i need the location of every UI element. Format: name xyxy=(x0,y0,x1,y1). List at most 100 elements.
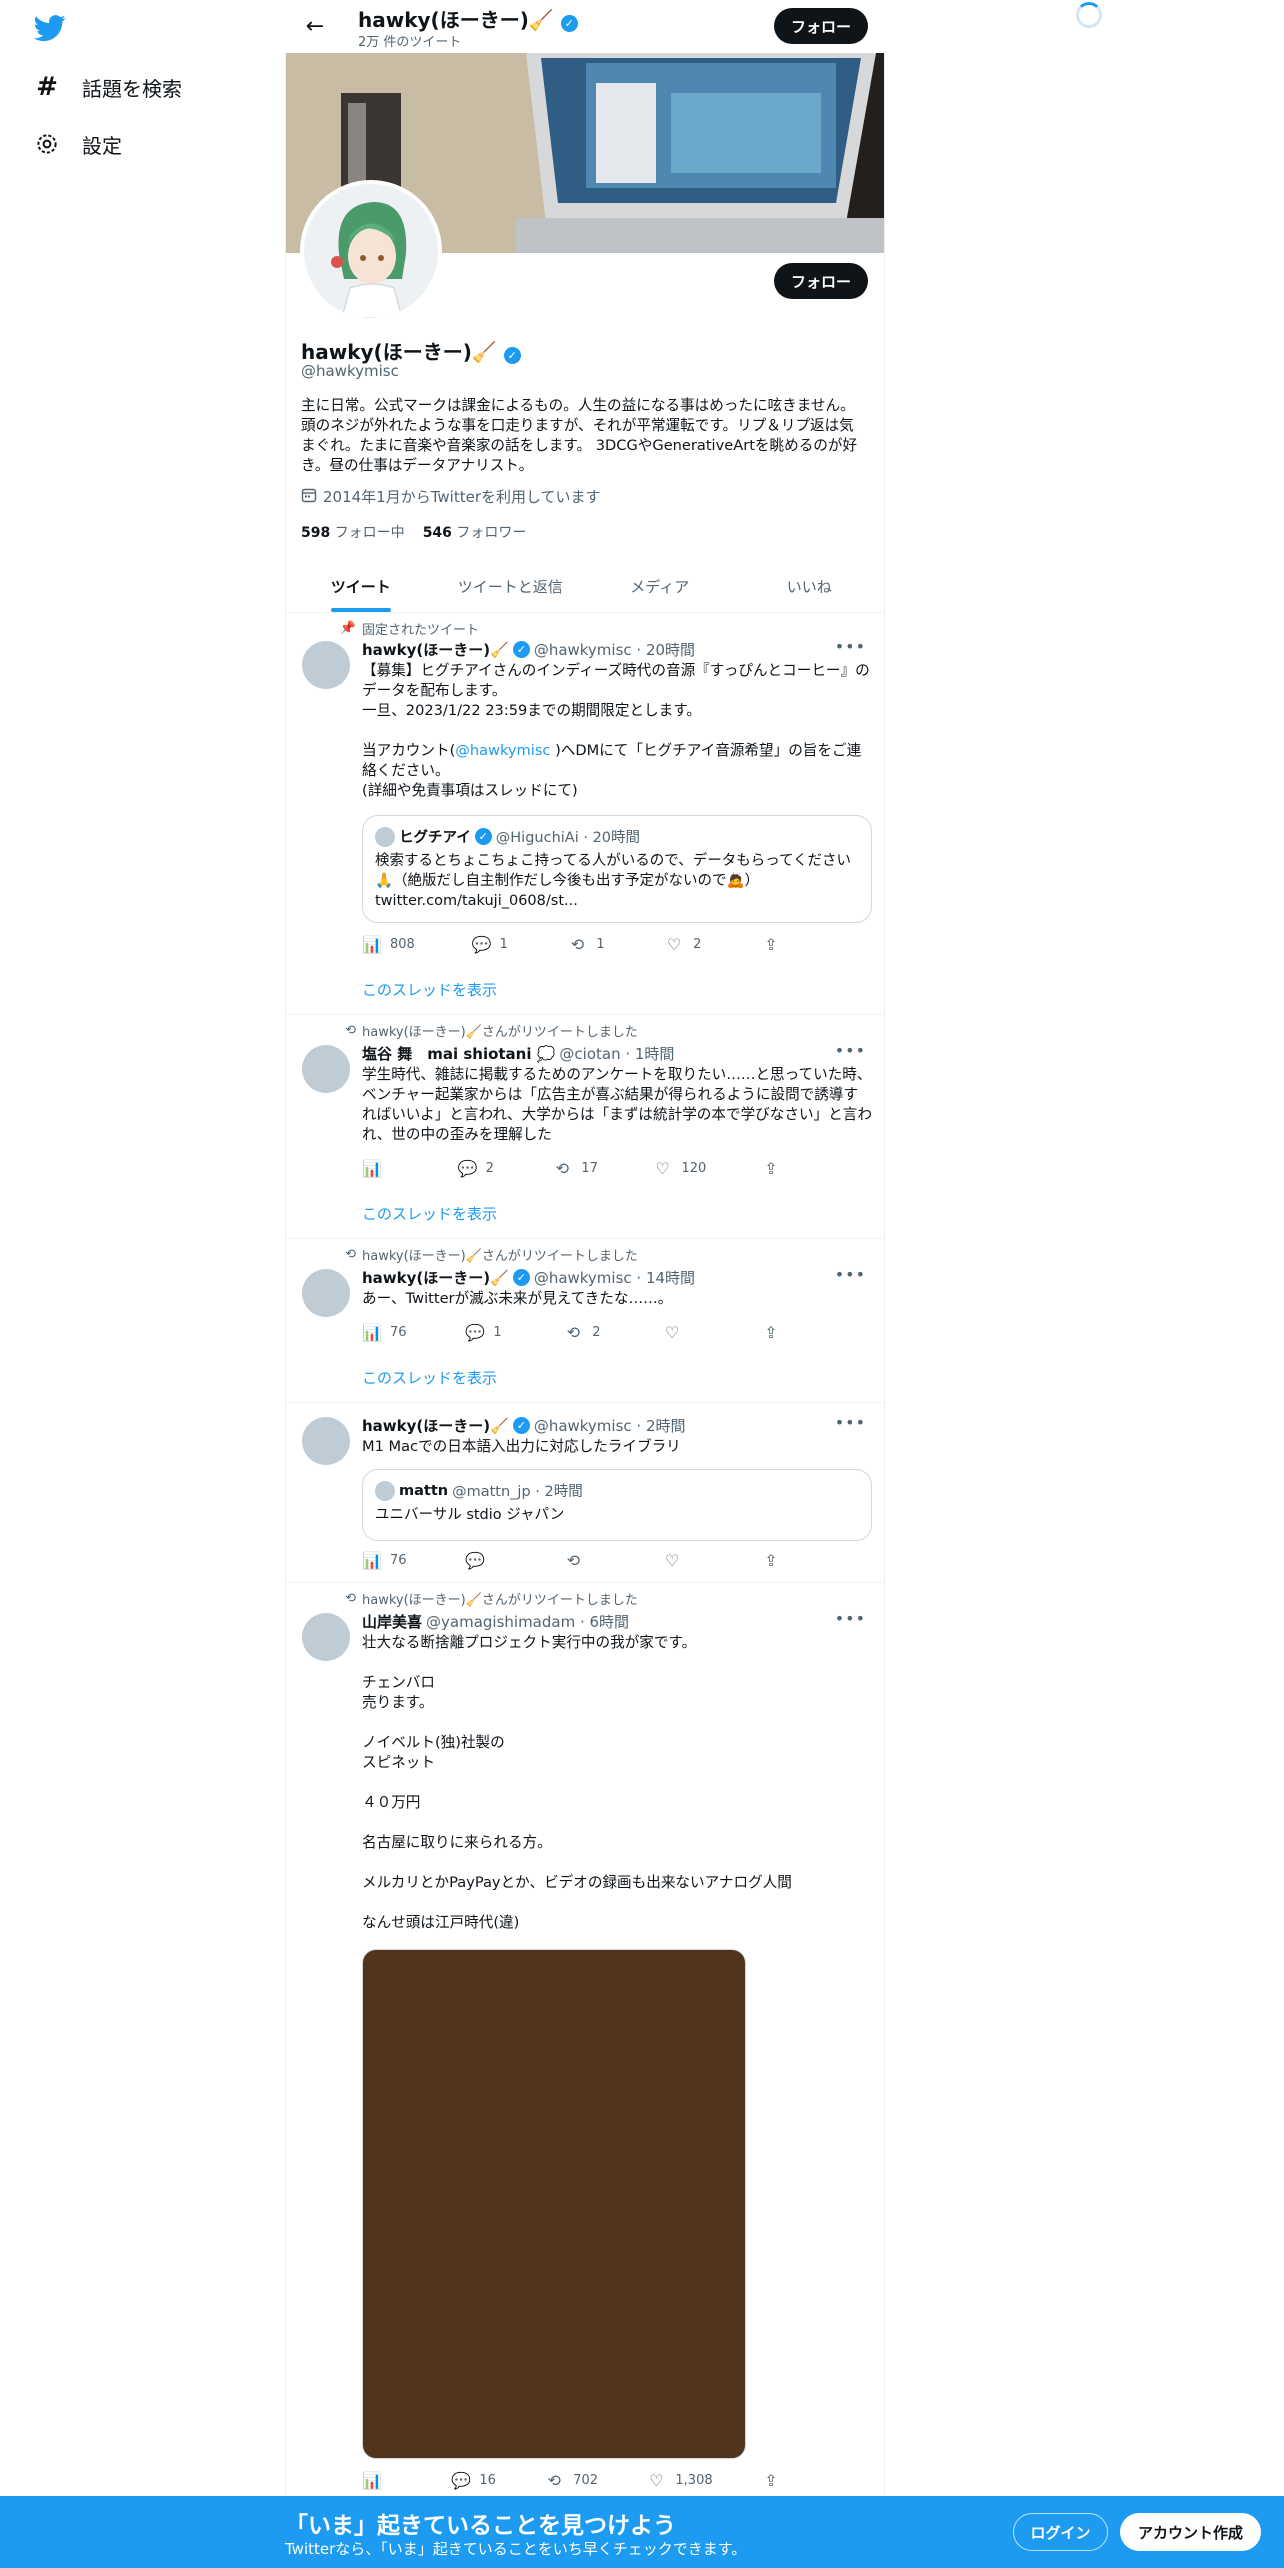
gear-icon xyxy=(34,131,60,157)
tweet-meta[interactable]: @hawkymisc · 14時間 xyxy=(534,1267,695,1288)
views-count: 808 xyxy=(390,937,415,952)
tab-media[interactable]: メディア xyxy=(585,560,735,612)
avatar[interactable] xyxy=(302,1045,350,1093)
quoted-author-name: mattn xyxy=(399,1482,449,1499)
show-thread-link[interactable]: このスレッドを表示 xyxy=(362,979,497,1000)
quoted-tweet-text: ユニバーサル stdio ジャパン xyxy=(375,1507,565,1523)
nav-explore[interactable]: # 話題を検索 xyxy=(34,67,182,107)
tweet-author-name[interactable]: 山岸美喜 xyxy=(362,1611,422,1632)
header-tweet-count: 2万 件のツイート xyxy=(358,35,462,50)
tweet-meta[interactable]: @hawkymisc · 20時間 xyxy=(534,639,695,660)
tweet-meta[interactable]: @yamagishimadam · 6時間 xyxy=(426,1611,629,1632)
tweet-author-name[interactable]: hawky(ほーきー)🧹 xyxy=(362,1415,509,1436)
reply-button[interactable]: 💬 1 xyxy=(472,935,512,954)
bar-chart-icon: 📊 xyxy=(362,2471,382,2490)
share-button[interactable]: ⇪ xyxy=(762,1551,802,1570)
calendar-icon xyxy=(301,487,317,507)
retweet-button[interactable]: ⟲ 1 xyxy=(568,935,608,954)
more-options-icon[interactable]: ••• xyxy=(835,1041,866,1060)
views-count: 76 xyxy=(390,1553,407,1568)
tweet-author-name[interactable]: hawky(ほーきー)🧹 xyxy=(362,1267,509,1288)
tweet-pinned[interactable]: 📌 固定されたツイート hawky(ほーきー)🧹 ✓ @hawkymisc · … xyxy=(286,613,884,1015)
more-options-icon[interactable]: ••• xyxy=(835,1265,866,1284)
retweet-button[interactable]: ⟲ 702 xyxy=(545,2471,599,2490)
more-options-icon[interactable]: ••• xyxy=(835,1413,866,1432)
reply-count: 1 xyxy=(493,1325,502,1340)
quoted-meta: @mattn_jp · 2時間 xyxy=(452,1484,583,1500)
profile-handle: @hawkymisc xyxy=(301,362,399,380)
signup-button[interactable]: アカウント作成 xyxy=(1120,2513,1261,2551)
avatar[interactable] xyxy=(302,1269,350,1317)
tweet-retweet-hawky[interactable]: ⟲ hawky(ほーきー)🧹さんがリツイートしました hawky(ほーきー)🧹 … xyxy=(286,1239,884,1403)
profile-name: hawky(ほーきー)🧹 ✓ xyxy=(301,336,521,365)
like-button[interactable]: ♡ 2 xyxy=(665,935,705,954)
tweet-author-name[interactable]: hawky(ほーきー)🧹 xyxy=(362,639,509,660)
reply-button[interactable]: 💬 xyxy=(465,1551,505,1570)
share-button[interactable]: ⇪ xyxy=(762,1323,802,1342)
more-options-icon[interactable]: ••• xyxy=(835,1609,866,1628)
retweet-count: 702 xyxy=(573,2473,599,2488)
tab-likes[interactable]: いいね xyxy=(735,560,885,612)
reply-button[interactable]: 💬 2 xyxy=(458,1159,498,1178)
following-label: フォロー中 xyxy=(334,525,405,541)
share-button[interactable]: ⇪ xyxy=(762,935,802,954)
back-arrow-icon[interactable]: ← xyxy=(302,14,328,40)
like-count: 120 xyxy=(681,1161,707,1176)
retweet-count: 17 xyxy=(581,1161,598,1176)
avatar[interactable] xyxy=(302,641,350,689)
following-link[interactable]: 598 フォロー中 xyxy=(301,522,405,542)
tweet-meta[interactable]: @ciotan · 1時間 xyxy=(559,1043,674,1064)
views-button[interactable]: 📊 xyxy=(362,2471,402,2490)
followers-link[interactable]: 546 フォロワー xyxy=(423,522,527,542)
share-button[interactable]: ⇪ xyxy=(762,1159,802,1178)
avatar[interactable] xyxy=(302,1417,350,1465)
heart-icon: ♡ xyxy=(649,2471,664,2490)
profile-bio: 主に日常。公式マークは課金によるもの。人生の益になる事はめったに呟きません。頭の… xyxy=(301,397,858,474)
views-button[interactable]: 📊 xyxy=(362,1159,402,1178)
reply-icon: 💬 xyxy=(465,1323,486,1342)
tab-tweets[interactable]: ツイート xyxy=(286,560,436,612)
views-button[interactable]: 📊 76 xyxy=(362,1323,407,1342)
heart-icon: ♡ xyxy=(664,1551,680,1570)
tweet-context: 📌 固定されたツイート xyxy=(336,619,479,638)
profile-follow-button[interactable]: フォロー xyxy=(774,263,868,299)
quoted-tweet[interactable]: ヒグチアイ ✓ @HiguchiAi · 20時間 検索するとちょこちょこ持って… xyxy=(362,815,872,923)
reply-button[interactable]: 💬 16 xyxy=(451,2471,496,2490)
like-button[interactable]: ♡ 120 xyxy=(654,1159,707,1178)
tweet-media-image[interactable] xyxy=(362,1949,746,2459)
tweet-text: M1 Macでの日本語入出力に対応したライブラリ xyxy=(362,1438,681,1455)
login-button[interactable]: ログイン xyxy=(1013,2513,1108,2551)
retweet-button[interactable]: ⟲ 2 xyxy=(564,1323,604,1342)
mention-link[interactable]: @hawkymisc xyxy=(455,742,550,759)
tweet-meta[interactable]: @hawkymisc · 2時間 xyxy=(534,1415,686,1436)
nav-settings[interactable]: 設定 xyxy=(34,124,122,164)
header-follow-button[interactable]: フォロー xyxy=(774,8,868,44)
bar-chart-icon: 📊 xyxy=(362,1551,382,1570)
reply-button[interactable]: 💬 1 xyxy=(465,1323,505,1342)
show-thread-link[interactable]: このスレッドを表示 xyxy=(362,1367,497,1388)
tweet-author-name[interactable]: 塩谷 舞 mai shiotani 💭 xyxy=(362,1043,555,1064)
show-thread-link[interactable]: このスレッドを表示 xyxy=(362,1203,497,1224)
retweet-button[interactable]: ⟲ 17 xyxy=(553,1159,598,1178)
like-button[interactable]: ♡ xyxy=(663,1551,703,1570)
tweet-retweet-yamagishi[interactable]: ⟲ hawky(ほーきー)🧹さんがリツイートしました 山岸美喜 @yamagis… xyxy=(286,1583,884,2496)
avatar[interactable] xyxy=(302,1613,350,1661)
tweet-retweet-shiotani[interactable]: ⟲ hawky(ほーきー)🧹さんがリツイートしました 塩谷 舞 mai shio… xyxy=(286,1015,884,1239)
like-button[interactable]: ♡ 1,308 xyxy=(647,2471,712,2490)
tweet-m1-mac[interactable]: hawky(ほーきー)🧹 ✓ @hawkymisc · 2時間 ••• M1 M… xyxy=(286,1403,884,1583)
retweet-button[interactable]: ⟲ xyxy=(564,1551,604,1570)
tweet-header: 山岸美喜 @yamagishimadam · 6時間 xyxy=(362,1611,629,1632)
views-button[interactable]: 📊 808 xyxy=(362,935,415,954)
tweet-actions: 📊 💬 16 ⟲ 702 ♡ 1,308 ⇪ xyxy=(362,2471,802,2490)
quoted-tweet[interactable]: mattn @mattn_jp · 2時間 ユニバーサル stdio ジャパン xyxy=(362,1469,872,1541)
share-button[interactable]: ⇪ xyxy=(762,2471,802,2490)
retweet-count: 2 xyxy=(592,1325,601,1340)
followers-count: 546 xyxy=(422,525,452,541)
twitter-logo-icon[interactable] xyxy=(33,12,66,44)
profile-avatar[interactable] xyxy=(300,180,442,322)
like-button[interactable]: ♡ xyxy=(663,1323,703,1342)
tab-tweets-and-replies[interactable]: ツイートと返信 xyxy=(436,560,586,612)
tweet-context: ⟲ hawky(ほーきー)🧹さんがリツイートしました xyxy=(336,1589,638,1608)
more-options-icon[interactable]: ••• xyxy=(835,637,866,656)
views-button[interactable]: 📊 76 xyxy=(362,1551,407,1570)
